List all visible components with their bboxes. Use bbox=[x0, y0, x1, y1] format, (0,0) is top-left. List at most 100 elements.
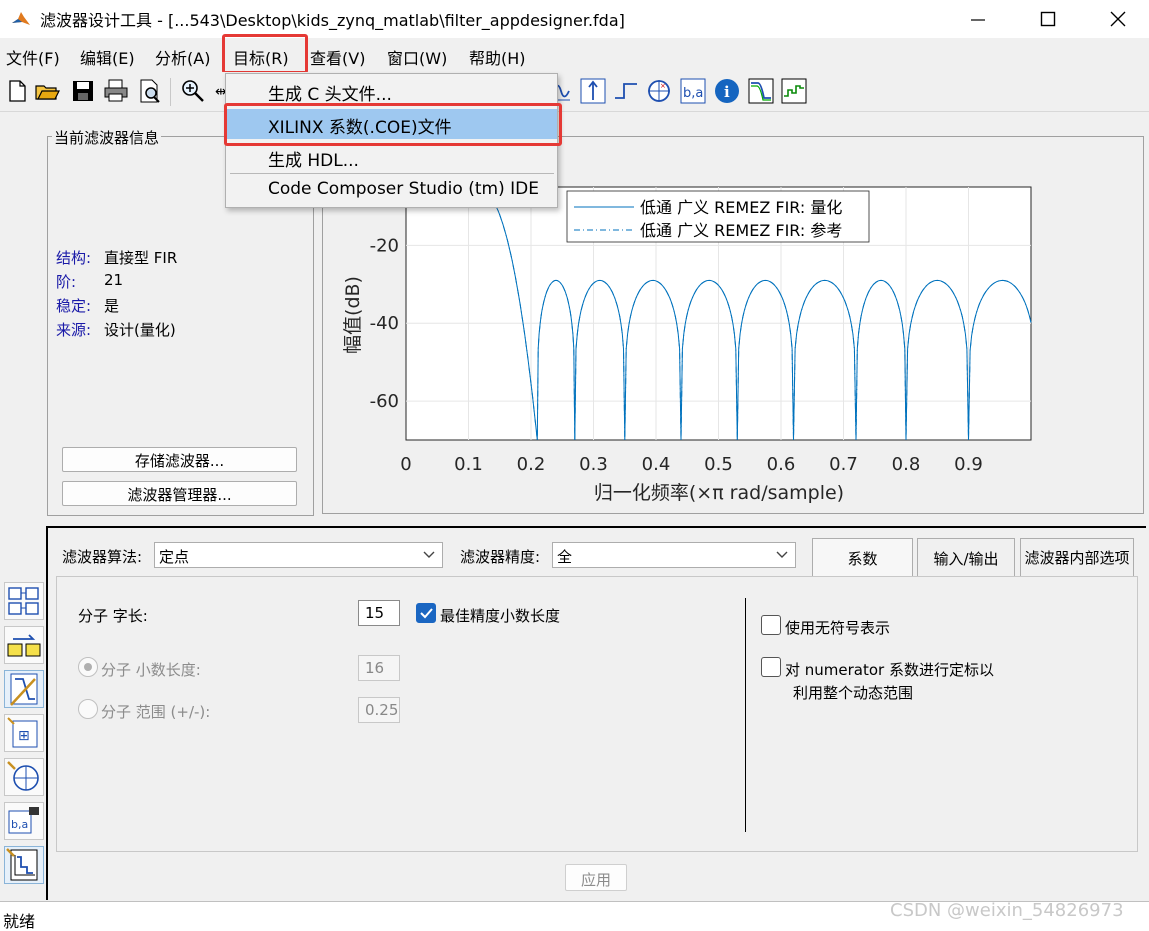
svg-text:×: × bbox=[660, 82, 666, 90]
print-icon[interactable] bbox=[103, 78, 129, 104]
check-icon bbox=[420, 608, 433, 619]
filter-manager-button[interactable]: 滤波器管理器... bbox=[62, 481, 297, 506]
menu-item-code-composer[interactable]: Code Composer Studio (tm) IDE bbox=[226, 175, 557, 205]
info-key: 结构: bbox=[56, 249, 92, 267]
design-filter-button[interactable] bbox=[4, 670, 44, 708]
y-axis-label: 幅值(dB) bbox=[342, 276, 364, 354]
menu-view[interactable]: 查看(V) bbox=[310, 45, 365, 69]
x-tick-label: 0.5 bbox=[704, 454, 733, 475]
print-preview-icon[interactable] bbox=[137, 78, 163, 104]
magnitude-estimate-icon[interactable] bbox=[781, 78, 807, 104]
tab-input-output[interactable]: 输入/输出 bbox=[917, 538, 1015, 576]
x-tick-label: 0 bbox=[400, 454, 411, 475]
menu-window[interactable]: 窗口(W) bbox=[387, 45, 447, 69]
range-radio[interactable] bbox=[78, 699, 98, 719]
info-key: 阶: bbox=[56, 273, 77, 291]
pole-zero-editor-button[interactable] bbox=[4, 758, 44, 796]
filter-designer-window: 滤波器设计工具 - [...543\Desktop\kids_zynq_matl… bbox=[0, 0, 1149, 931]
numerator-fraclength-label: 分子 小数长度: bbox=[101, 661, 201, 679]
best-precision-checkbox[interactable] bbox=[416, 603, 436, 623]
coefficients-tab-content bbox=[56, 576, 1138, 852]
zoom-in-icon[interactable] bbox=[180, 78, 206, 104]
quantize-button[interactable] bbox=[4, 846, 44, 884]
x-tick-label: 0.1 bbox=[454, 454, 483, 475]
info-row-stable: 稳定: 是 bbox=[56, 295, 119, 316]
menu-separator bbox=[230, 173, 554, 174]
pole-zero-editor-icon bbox=[7, 761, 39, 791]
maximize-button[interactable] bbox=[1025, 0, 1071, 38]
transform-filter-button[interactable] bbox=[4, 582, 44, 620]
menu-edit[interactable]: 编辑(E) bbox=[80, 45, 135, 69]
x-tick-label: 0.9 bbox=[954, 454, 983, 475]
x-tick-labels: 0 0.1 0.2 0.3 0.4 0.5 0.6 0.7 0.8 0.9 bbox=[400, 454, 983, 475]
status-text: 就绪 bbox=[3, 912, 36, 931]
unsigned-label: 使用无符号表示 bbox=[785, 619, 891, 637]
svg-text:⊞: ⊞ bbox=[18, 728, 30, 744]
x-axis-label: 归一化频率(×π rad/sample) bbox=[594, 482, 844, 504]
x-tick-label: 0.4 bbox=[642, 454, 671, 475]
vertical-divider bbox=[745, 598, 746, 832]
legend: 低通 广义 REMEZ FIR: 量化 低通 广义 REMEZ FIR: 参考 bbox=[566, 190, 870, 243]
new-file-icon[interactable] bbox=[4, 78, 30, 104]
unsigned-checkbox[interactable] bbox=[761, 615, 781, 635]
numerator-wordlength-label: 分子 字长: bbox=[78, 607, 148, 625]
minimize-button[interactable] bbox=[955, 0, 1001, 38]
info-value: 是 bbox=[104, 297, 120, 315]
info-row-order: 阶: 21 bbox=[56, 271, 123, 292]
menu-analysis[interactable]: 分析(A) bbox=[155, 45, 210, 69]
x-tick-label: 0.6 bbox=[767, 454, 796, 475]
scale-checkbox[interactable] bbox=[761, 657, 781, 677]
numerator-range-input[interactable]: 0.25 bbox=[358, 697, 400, 723]
menu-item-generate-c-header[interactable]: 生成 C 头文件... bbox=[226, 76, 557, 106]
group-delay-icon[interactable] bbox=[748, 78, 774, 104]
matlab-logo-icon bbox=[10, 8, 32, 30]
maximize-icon bbox=[1040, 11, 1056, 27]
filter-coefficients-icon[interactable]: b,a bbox=[680, 78, 706, 104]
precision-value: 全 bbox=[557, 548, 573, 566]
numerator-wordlength-input[interactable]: 15 bbox=[358, 600, 400, 626]
xilinx-item-annotation bbox=[224, 103, 562, 146]
close-icon bbox=[1110, 11, 1126, 27]
save-icon[interactable] bbox=[70, 78, 96, 104]
tab-coefficients[interactable]: 系数 bbox=[812, 538, 913, 576]
info-value: 设计(量化) bbox=[104, 321, 176, 339]
scale-label-line1: 对 numerator 系数进行定标以 bbox=[785, 661, 994, 679]
y-tick-labels: -20 -40 -60 bbox=[370, 235, 399, 412]
transform-filter-icon bbox=[8, 587, 39, 615]
toolbar: ⇹ × b,a i bbox=[0, 72, 1149, 112]
pole-zero-plot-icon[interactable]: × bbox=[646, 78, 672, 104]
chevron-down-icon bbox=[776, 551, 788, 558]
title-bar: 滤波器设计工具 - [...543\Desktop\kids_zynq_matl… bbox=[0, 0, 1149, 38]
close-button[interactable] bbox=[1095, 0, 1141, 38]
numerator-fraclength-input[interactable]: 16 bbox=[358, 655, 400, 681]
tab-filter-internals[interactable]: 滤波器内部选项 bbox=[1020, 538, 1134, 576]
minimize-icon bbox=[971, 19, 985, 21]
quantize-icon bbox=[6, 848, 38, 881]
x-tick-label: 0.8 bbox=[892, 454, 921, 475]
menu-targets-annotation bbox=[222, 34, 308, 74]
import-filter-button[interactable]: ⊞ bbox=[4, 714, 44, 752]
y-tick-label: -40 bbox=[370, 313, 399, 334]
scale-label-line2: 利用整个动态范围 bbox=[793, 684, 914, 702]
store-filter-button[interactable]: 存储滤波器... bbox=[62, 447, 297, 472]
precision-select[interactable]: 全 bbox=[552, 542, 796, 568]
algorithm-select[interactable]: 定点 bbox=[154, 542, 443, 568]
legend-entry-reference: 低通 广义 REMEZ FIR: 参考 bbox=[640, 221, 842, 240]
info-icon[interactable]: i bbox=[714, 78, 740, 104]
numerator-range-label: 分子 范围 (+/-): bbox=[101, 703, 211, 721]
menu-help[interactable]: 帮助(H) bbox=[469, 45, 526, 69]
info-row-structure: 结构: 直接型 FIR bbox=[56, 247, 177, 268]
convert-structure-button[interactable] bbox=[4, 626, 44, 664]
multirate-button[interactable]: b,a bbox=[4, 802, 44, 840]
x-tick-label: 0.2 bbox=[517, 454, 546, 475]
fraclength-radio[interactable] bbox=[78, 657, 98, 677]
menu-item-generate-hdl[interactable]: 生成 HDL... bbox=[226, 142, 557, 172]
menu-bar: 文件(F) 编辑(E) 分析(A) 目标(R) 查看(V) 窗口(W) 帮助(H… bbox=[0, 38, 1149, 72]
apply-button[interactable]: 应用 bbox=[565, 864, 627, 891]
open-folder-icon[interactable] bbox=[34, 78, 60, 104]
menu-file[interactable]: 文件(F) bbox=[6, 45, 60, 69]
impulse-response-icon[interactable] bbox=[580, 78, 606, 104]
step-response-icon[interactable] bbox=[613, 78, 639, 104]
x-tick-label: 0.7 bbox=[829, 454, 858, 475]
svg-text:b,a: b,a bbox=[11, 818, 28, 831]
